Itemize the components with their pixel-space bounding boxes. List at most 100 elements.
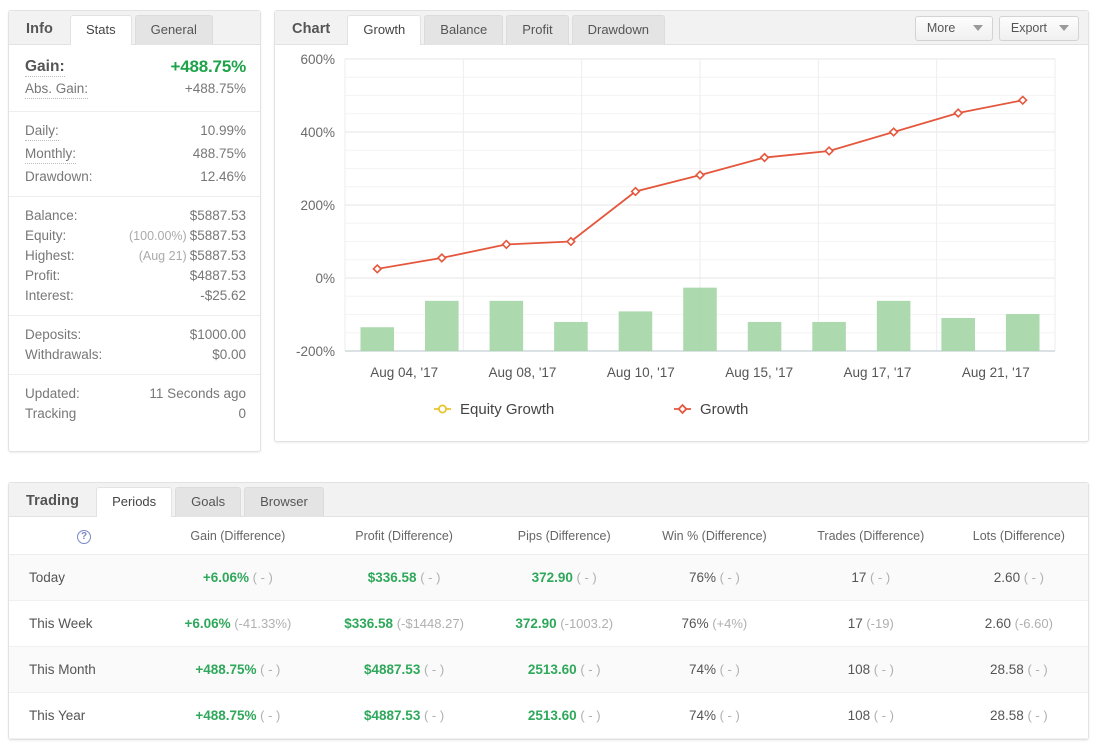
periods-table-head: ? Gain (Difference) Profit (Difference) Pip… [9, 517, 1088, 555]
table-cell: 76% ( - ) [636, 554, 792, 601]
stat-label[interactable]: Gain: [25, 57, 65, 77]
cell-difference: (+4%) [708, 615, 748, 631]
stat-value-wrap: +488.75% [185, 81, 246, 96]
stat-value: 488.75% [192, 146, 246, 162]
cell-value: 74% [688, 661, 716, 677]
y-tick-label: 600% [300, 52, 335, 67]
volume-bar [554, 321, 588, 351]
stat-label: Updated: [25, 386, 80, 401]
legend-marker-circle [437, 404, 447, 414]
cell-value: 17 [851, 569, 867, 585]
volume-bar [683, 287, 717, 351]
stat-label[interactable]: Monthly: [25, 146, 77, 164]
tab-drawdown[interactable]: Drawdown [571, 15, 666, 45]
cell-value: 76% [681, 615, 709, 631]
table-row: This Week +6.06% (-41.33%) $336.58 (-$1448… [9, 600, 1088, 647]
volume-bar [1005, 314, 1040, 351]
tab-profit[interactable]: Profit [506, 15, 569, 45]
more-button[interactable]: More [914, 16, 993, 41]
export-button[interactable]: Export [998, 16, 1079, 41]
stat-value: $5887.53 [189, 248, 246, 263]
trading-panel-title: Trading [26, 492, 80, 509]
cell-value: 76% [688, 569, 716, 585]
cell-value: 108 [847, 707, 871, 723]
y-tick-label: -200% [296, 344, 335, 359]
stat-value: $4887.53 [189, 268, 246, 283]
legend-label[interactable]: Growth [700, 401, 748, 418]
table-header-cell: Profit (Difference) [316, 517, 492, 555]
cell-difference: (-19) [862, 615, 894, 631]
stat-row-deposits: Deposits: $1000.00 [25, 325, 246, 345]
table-cell: 372.90 ( - ) [491, 554, 637, 601]
tab-browser[interactable]: Browser [244, 487, 324, 517]
tab-general[interactable]: General [134, 15, 213, 45]
table-help-header[interactable]: ? [9, 517, 159, 555]
cell-value: 108 [847, 661, 871, 677]
table-cell: 2.60 (-6.60) [949, 600, 1088, 647]
info-stats-body: Gain: +488.75% Abs. Gain: +488.75% Daily: 10.… [9, 45, 260, 433]
stat-label[interactable]: Abs. Gain: [25, 81, 89, 100]
table-header-row: ? Gain (Difference) Profit (Difference) Pip… [9, 517, 1088, 555]
cell-value: 17 [847, 615, 863, 631]
cell-value: $4887.53 [364, 661, 421, 677]
stat-value-wrap: 11 Seconds ago [149, 386, 246, 401]
stat-value: 11 Seconds ago [149, 386, 246, 401]
stat-group: Balance: $5887.53 Equity: (100.00%) $5887.53… [9, 197, 260, 316]
stat-value-wrap: $0.00 [212, 347, 246, 362]
table-cell: +6.06% (-41.33%) [159, 600, 317, 647]
stat-label[interactable]: Daily: [25, 123, 59, 142]
stat-row-absgain: Abs. Gain: +488.75% [25, 79, 246, 102]
stat-label: Highest: [25, 248, 75, 263]
volume-bar [489, 300, 524, 351]
cell-difference: ( - ) [256, 707, 281, 723]
stat-row-daily: Daily: 10.99% [25, 121, 246, 144]
stat-label: Balance: [25, 208, 78, 223]
cell-value: $4887.53 [364, 707, 421, 723]
tab-periods[interactable]: Periods [96, 487, 173, 517]
volume-bar [425, 300, 459, 351]
legend-label[interactable]: Equity Growth [460, 401, 554, 418]
volume-bar [876, 300, 911, 351]
cell-value: 2513.60 [527, 661, 577, 677]
stat-label: Drawdown: [25, 169, 93, 184]
tab-goals[interactable]: Goals [175, 487, 242, 517]
tab-balance[interactable]: Balance [424, 15, 504, 45]
stat-label: Equity: [25, 228, 67, 243]
y-tick-label: 400% [300, 125, 335, 140]
stat-value-wrap: +488.75% [170, 56, 247, 77]
cell-value: 28.58 [990, 661, 1024, 677]
stat-label: Withdrawals: [25, 347, 103, 362]
table-cell: $336.58 ( - ) [316, 554, 492, 601]
info-panel: Info Stats General Gain: +488.75% Abs. Gain… [8, 10, 261, 452]
table-cell: 2513.60 ( - ) [491, 646, 637, 693]
table-cell: 74% ( - ) [636, 692, 792, 739]
table-row: This Month +488.75% ( - ) $4887.53 ( - ) 25… [9, 646, 1088, 693]
chart-panel: Chart Growth Balance Profit Drawdown More Ex… [274, 10, 1089, 442]
tab-growth[interactable]: Growth [347, 15, 422, 45]
trading-panel: Trading Periods Goals Browser ? Gain (Diffe… [8, 482, 1089, 740]
stat-value-wrap: $4887.53 [190, 268, 246, 283]
table-header-cell: Win % (Difference) [636, 517, 792, 555]
table-cell: 2.60 ( - ) [949, 554, 1088, 601]
info-tabstrip: Info Stats General [9, 11, 260, 45]
cell-value: 2513.60 [527, 707, 577, 723]
table-cell: $4887.53 ( - ) [316, 692, 492, 739]
cell-difference: ( - ) [249, 569, 273, 585]
table-cell: 372.90 (-1003.2) [491, 600, 637, 647]
table-cell: $4887.53 ( - ) [316, 646, 492, 693]
stat-value: +488.75% [170, 56, 247, 76]
chart-panel-title: Chart [292, 20, 331, 37]
stat-value: 10.99% [200, 123, 246, 139]
growth-chart: -200% 0% 200% 400% 600% Aug 04, '17 Aug 08, '1… [296, 52, 1056, 418]
table-cell: 28.58 ( - ) [949, 646, 1088, 693]
table-cell: +488.75% ( - ) [159, 692, 317, 739]
stat-row-updated: Updated: 11 Seconds ago [25, 384, 246, 404]
row-label: This Year [9, 692, 159, 739]
help-icon[interactable]: ? [77, 529, 91, 544]
stat-value-wrap: $5887.53 [190, 208, 246, 223]
tab-stats[interactable]: Stats [69, 15, 132, 45]
cell-difference: ( - ) [716, 569, 740, 585]
x-tick-label: Aug 17, '17 [844, 365, 912, 380]
stat-value-wrap: $1000.00 [190, 327, 246, 342]
cell-difference: ( - ) [572, 569, 597, 585]
